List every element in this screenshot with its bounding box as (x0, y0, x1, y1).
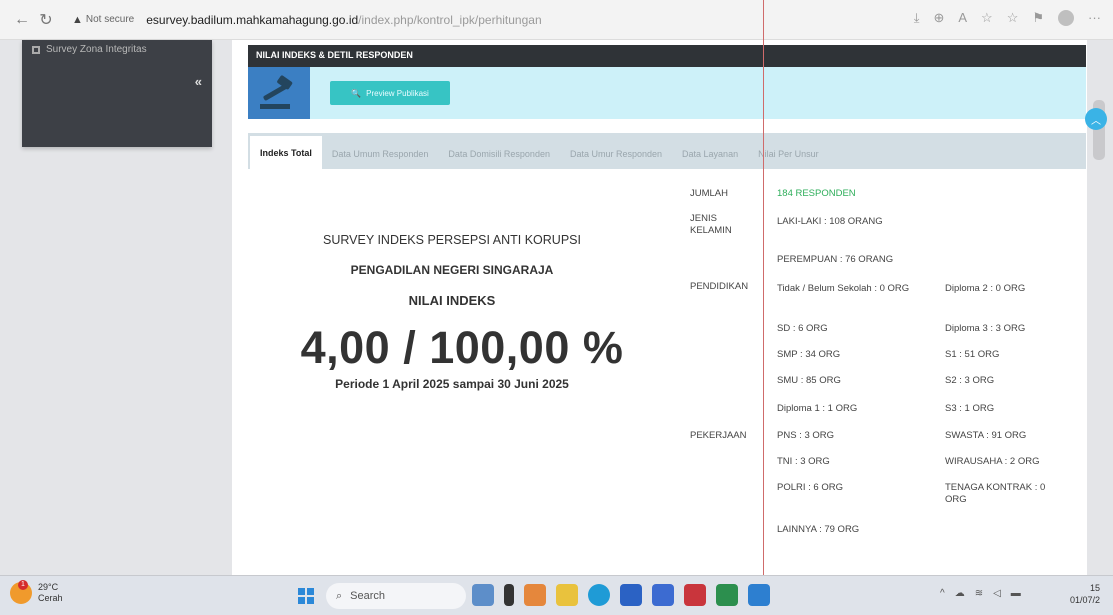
app-icon[interactable] (748, 584, 770, 606)
battery-icon[interactable]: ▬ (1011, 588, 1021, 599)
zoom-icon[interactable]: ⊕ (933, 10, 944, 26)
job-polri: POLRI : 6 ORG (777, 482, 843, 493)
job-tenaga-kontrak: TENAGA KONTRAK : 0 ORG (945, 482, 1046, 505)
tab-bar: Indeks Total Data Umum Responden Data Do… (248, 133, 1086, 169)
edge-browser-icon[interactable] (588, 584, 610, 606)
taskbar: 1 29°C Cerah ⌕ Search ^ ☁ ≋ ◁ ▬ 15 01/07… (0, 575, 1113, 615)
list-icon (32, 45, 40, 54)
app-icon[interactable] (524, 584, 546, 606)
extensions-icon[interactable]: ⚑ (1032, 10, 1044, 26)
gender-label: JENIS KELAMIN (690, 213, 732, 236)
file-explorer-icon[interactable] (556, 584, 578, 606)
job-pns: PNS : 3 ORG (777, 430, 835, 441)
collapse-sidebar-button[interactable]: « (195, 74, 202, 89)
jumlah-value: 184 RESPONDEN (777, 188, 856, 199)
widgets-app-icon[interactable] (472, 584, 494, 606)
scroll-to-top-button[interactable]: ︿ (1085, 108, 1107, 130)
survey-title: SURVEY INDEKS PERSEPSI ANTI KORUPSI (323, 233, 581, 247)
more-icon[interactable]: ··· (1088, 10, 1101, 26)
edu-smp: SMP : 34 ORG (777, 349, 841, 360)
main-content: NILAI INDEKS & DETIL RESPONDEN 🔍 Preview… (232, 40, 1087, 575)
survey-period: Periode 1 April 2025 sampai 30 Juni 2025 (335, 377, 569, 391)
job-label: PEKERJAAN (690, 430, 747, 441)
security-app-icon[interactable] (684, 584, 706, 606)
security-indicator[interactable]: ▲ Not secure (72, 14, 134, 26)
education-label: PENDIDIKAN (690, 281, 749, 292)
index-value: 4,00 / 100,00 % (300, 322, 624, 373)
job-swasta: SWASTA : 91 ORG (945, 430, 1027, 441)
back-icon[interactable]: ← (10, 11, 34, 29)
edu-s2: S2 : 3 ORG (945, 375, 995, 386)
avatar[interactable] (1058, 10, 1074, 26)
court-name: PENGADILAN NEGERI SINGARAJA (350, 263, 554, 277)
index-label: NILAI INDEKS (408, 293, 496, 308)
windows-start-icon[interactable] (298, 588, 314, 604)
preview-publication-button[interactable]: 🔍 Preview Publikasi (330, 81, 450, 105)
read-aloud-icon[interactable]: A (958, 10, 967, 26)
browser-toolbar: ← ↻ ▲ Not secure esurvey.badilum.mahkama… (0, 0, 1113, 40)
tab-data-domisili[interactable]: Data Domisili Responden (438, 139, 560, 169)
cloud-icon[interactable]: ☁ (955, 588, 965, 599)
favorite-icon[interactable]: ☆ (981, 10, 993, 26)
app-icon[interactable] (652, 584, 674, 606)
url-path: /index.php/kontrol_ipk/perhitungan (358, 12, 542, 27)
browser-actions: ⤓ ⊕ A ☆ ☆ ⚑ ··· (914, 10, 1101, 26)
app-icon[interactable] (716, 584, 738, 606)
job-wirausaha: WIRAUSAHA : 2 ORG (945, 456, 1040, 467)
search-icon: ⌕ (336, 589, 343, 602)
edu-s3: S3 : 1 ORG (945, 403, 995, 414)
url-domain: esurvey.badilum.mahkamahagung.go.id (146, 12, 359, 27)
download-icon[interactable]: ⤓ (914, 10, 920, 26)
tab-nilai-unsur[interactable]: Nilai Per Unsur (748, 139, 829, 169)
favorites-list-icon[interactable]: ☆ (1007, 10, 1019, 26)
sidebar-item-label: Survey Zona Integritas (46, 44, 147, 55)
sidebar-item-survey-zona[interactable]: Survey Zona Integritas (22, 40, 212, 59)
weather-sun-icon: 1 (10, 580, 32, 604)
sidebar-menu: Survey Zona Integritas « (22, 40, 212, 147)
job-tni: TNI : 3 ORG (777, 456, 830, 467)
wifi-icon[interactable]: ≋ (975, 588, 983, 599)
job-lainnya: LAINNYA : 79 ORG (777, 524, 860, 535)
edu-d1: Diploma 1 : 1 ORG (777, 403, 858, 414)
action-band: 🔍 Preview Publikasi (248, 67, 1086, 119)
photo-artifact-line (763, 0, 764, 615)
edu-d2: Diploma 2 : 0 ORG (945, 283, 1026, 294)
app-icon[interactable] (504, 584, 514, 606)
refresh-icon[interactable]: ↻ (34, 10, 58, 30)
not-secure-label: Not secure (85, 14, 135, 25)
edu-smu: SMU : 85 ORG (777, 375, 841, 386)
taskbar-search[interactable]: ⌕ Search (326, 583, 466, 609)
tab-data-umur[interactable]: Data Umur Responden (560, 139, 672, 169)
male-count: LAKI-LAKI : 108 ORANG (777, 216, 883, 227)
clock-date: 01/07/2 (1070, 595, 1101, 605)
panel-header: NILAI INDEKS & DETIL RESPONDEN (248, 45, 1086, 67)
notification-badge: 1 (18, 580, 28, 590)
female-count: PEREMPUAN : 76 ORANG (777, 254, 894, 265)
pinned-apps (472, 584, 770, 606)
volume-icon[interactable]: ◁ (993, 588, 1001, 599)
edu-none: Tidak / Belum Sekolah : 0 ORG (777, 283, 910, 294)
search-icon: 🔍 (351, 88, 362, 98)
store-icon[interactable] (620, 584, 642, 606)
chevron-up-icon: ︿ (1091, 115, 1101, 127)
chevron-up-icon[interactable]: ^ (940, 588, 945, 599)
system-tray: ^ ☁ ≋ ◁ ▬ (940, 588, 1021, 599)
clock-time: 15 (1090, 583, 1101, 593)
edu-s1: S1 : 51 ORG (945, 349, 1000, 360)
tab-data-umum[interactable]: Data Umum Responden (322, 139, 439, 169)
tab-indeks-total[interactable]: Indeks Total (250, 135, 322, 169)
tab-data-layanan[interactable]: Data Layanan (672, 139, 748, 169)
gavel-icon (248, 67, 310, 119)
edu-d3: Diploma 3 : 3 ORG (945, 323, 1026, 334)
address-bar[interactable]: esurvey.badilum.mahkamahagung.go.id/inde… (146, 13, 541, 27)
edu-sd: SD : 6 ORG (777, 323, 828, 334)
weather-condition: Cerah (38, 593, 63, 603)
taskbar-search-label: Search (350, 590, 386, 602)
weather-widget[interactable]: 1 29°C Cerah (10, 580, 63, 604)
temperature: 29°C (38, 582, 59, 592)
clock[interactable]: 15 01/07/2 (1070, 582, 1100, 606)
jumlah-label: JUMLAH (690, 188, 729, 199)
warning-icon: ▲ (72, 13, 83, 26)
preview-button-label: Preview Publikasi (366, 88, 429, 98)
